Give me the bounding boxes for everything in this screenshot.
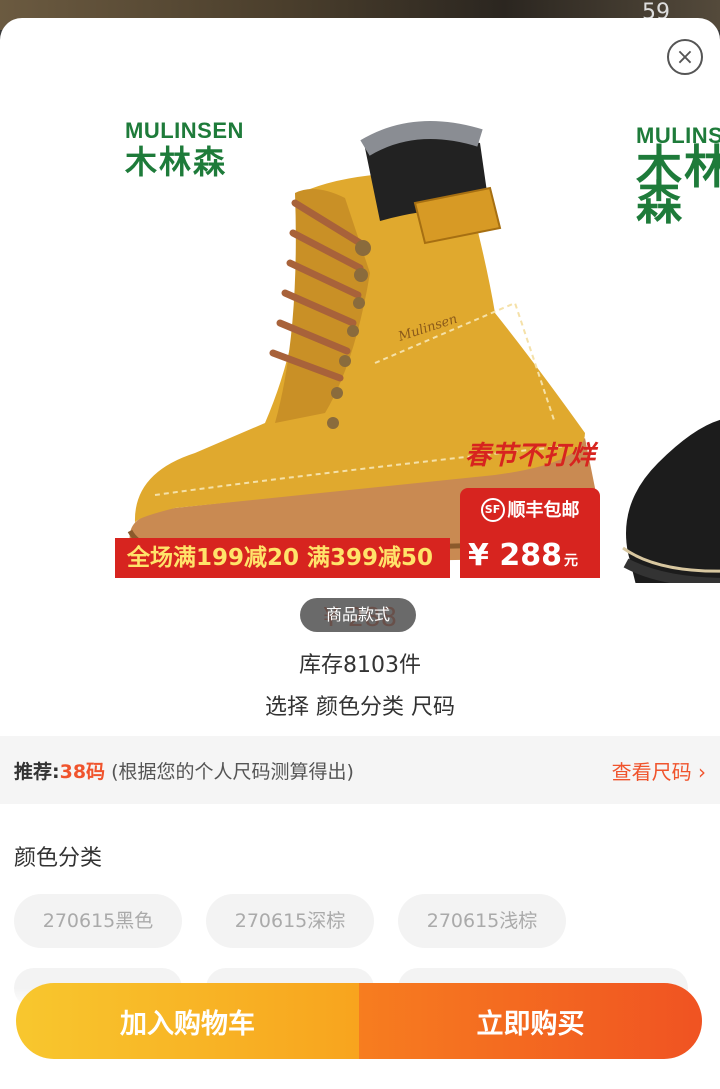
promo-banner: 全场满199减20 满399减50 [115,538,450,578]
shipping-badge: SF 顺丰包邮 [460,488,600,533]
close-icon: × [675,44,695,70]
sf-express-icon: SF [480,498,505,522]
view-size-link[interactable]: 查看尺码 › [612,756,706,785]
recommend-note: (根据您的个人尺码测算得出) [111,760,354,783]
promo-price: ¥ 288 元 [460,533,600,578]
promo-price-badge: SF 顺丰包邮 ¥ 288 元 [460,488,600,578]
recommended-size: 38码 [59,760,106,783]
color-option[interactable]: 270615深棕 [206,894,374,948]
color-option[interactable]: 270615黑色 [14,894,182,948]
color-option[interactable]: 270615浅棕 [398,894,566,948]
color-section-title: 颜色分类 [14,846,103,871]
action-bar: 加入购物车 立即购买 [16,983,702,1059]
shipping-badge-label: 顺丰包邮 [507,500,580,521]
promo-price-unit: 元 [563,553,578,569]
product-image-next[interactable]: MULINSEN 木林森 [618,83,720,583]
product-image-carousel[interactable]: MULINSEN 木林森 Mulinsen 春节不打烊 SF 顺丰包邮 ¥ 28… [0,73,720,632]
buy-now-button[interactable]: 立即购买 [359,983,702,1059]
festival-badge: 春节不打烊 [464,441,595,471]
promo-price-value: ¥ 288 [468,538,562,573]
close-button[interactable]: × [667,39,703,75]
recommend-label: 推荐: [14,760,60,783]
selection-hint: 选择 颜色分类 尺码 [265,695,455,720]
product-stock: 库存8103件 [299,653,421,678]
add-to-cart-button[interactable]: 加入购物车 [16,983,359,1059]
black-boot-image [622,419,720,583]
product-image-main[interactable]: MULINSEN 木林森 Mulinsen 春节不打烊 SF 顺丰包邮 ¥ 28… [115,83,605,583]
size-recommendation-bar: 推荐: 38码 (根据您的个人尺码测算得出) 查看尺码 › [0,736,720,804]
style-pill[interactable]: 商品款式 [300,598,416,632]
product-sku-sheet: × MULINSEN 木林森 Mulinsen 春节不打烊 SF 顺丰包邮 ¥ … [0,18,720,1089]
